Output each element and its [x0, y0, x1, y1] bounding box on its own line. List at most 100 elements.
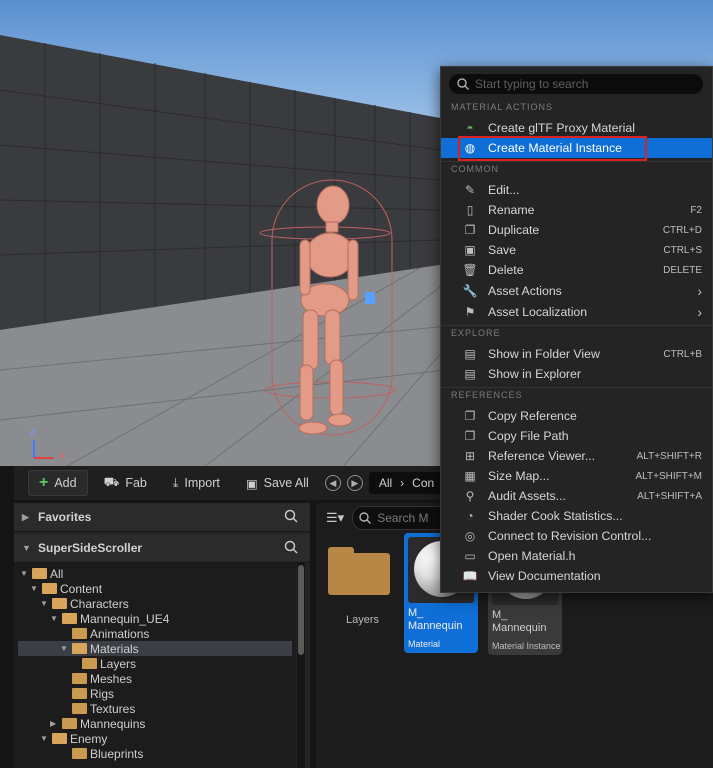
menu-copy-reference[interactable]: ❐ Copy Reference — [441, 406, 712, 426]
tree-item-content[interactable]: ▼ Content — [30, 581, 102, 596]
rename-icon: ▯ — [466, 203, 474, 217]
copy-icon: ❐ — [464, 409, 476, 423]
asset-name: M_ Mannequin — [408, 607, 463, 632]
sources-panel: ▶ Favorites ▼ SuperSideScroller ▼ All ▼ Co… — [14, 503, 310, 768]
search-icon — [359, 512, 372, 524]
shader-icon: ◔ — [466, 509, 474, 523]
folder-icon — [52, 598, 67, 609]
asset-name: M_ Mannequin — [492, 609, 547, 634]
expand-arrow-icon: ▶ — [22, 511, 29, 522]
save-icon: ▣ — [464, 243, 476, 257]
fab-icon: ⛟ — [103, 475, 120, 489]
folder-view-icon: ▤ — [464, 347, 476, 361]
menu-create-gltf-proxy[interactable]: ◓ Create glTF Proxy Material — [441, 118, 712, 138]
folder-icon — [62, 613, 77, 624]
asset-search-placeholder: Search M — [377, 511, 429, 525]
menu-shader-cook-statistics[interactable]: ◔ Shader Cook Statistics... — [441, 506, 712, 526]
folder-icon — [72, 688, 87, 699]
menu-item-label: Create glTF Proxy Material — [488, 121, 635, 135]
menu-open-material-h[interactable]: ▭ Open Material.h — [441, 546, 712, 566]
menu-rename[interactable]: ▯ Rename F2 — [441, 200, 712, 220]
menu-delete[interactable]: 🗑 Delete DELETE — [441, 260, 712, 280]
fab-button[interactable]: ⛟ Fab — [94, 471, 157, 495]
tree-label: Mannequins — [80, 716, 146, 731]
tree-label: Characters — [70, 596, 129, 611]
menu-audit-assets[interactable]: ⚲ Audit Assets... ALT+SHIFT+A — [441, 486, 712, 506]
folder-tree: ▼ All ▼ Content ▼ Characters ▼ Mannequin_UE4… — [14, 563, 296, 768]
search-icon[interactable] — [284, 540, 298, 557]
shortcut-label: ALT+SHIFT+M — [635, 470, 703, 482]
menu-copy-file-path[interactable]: ❐ Copy File Path — [441, 426, 712, 446]
add-button-label: Add — [54, 476, 77, 490]
tree-item-mannequins[interactable]: ▶ Mannequins — [50, 716, 145, 731]
pencil-icon: ✎ — [464, 183, 476, 197]
plus-icon: + — [39, 474, 49, 491]
menu-show-in-explorer[interactable]: ▤ Show in Explorer — [441, 364, 712, 384]
menu-asset-localization[interactable]: ⚑ Asset Localization › — [441, 302, 712, 322]
tree-item-rigs[interactable]: Rigs — [60, 686, 114, 701]
section-common: COMMON — [451, 164, 499, 174]
code-file-icon: ▭ — [464, 549, 476, 563]
menu-asset-actions[interactable]: 🔧 Asset Actions › — [441, 281, 712, 301]
import-button[interactable]: ⤓ Import — [163, 471, 230, 495]
forward-arrow-icon[interactable]: ▶ — [346, 475, 363, 491]
breadcrumb[interactable]: All › Con — [368, 472, 445, 494]
menu-item-label: Show in Folder View — [488, 347, 600, 361]
tree-item-enemy[interactable]: ▼ Enemy — [40, 731, 107, 746]
tree-item-mannequin-ue4[interactable]: ▼ Mannequin_UE4 — [50, 611, 169, 626]
book-icon: 📖 — [462, 569, 478, 583]
menu-item-label: Delete — [488, 263, 524, 277]
tree-item-animations[interactable]: Animations — [60, 626, 149, 641]
section-references: REFERENCES — [451, 390, 523, 400]
tree-label: Mannequin_UE4 — [80, 611, 170, 626]
menu-duplicate[interactable]: ❐ Duplicate CTRL+D — [441, 220, 712, 240]
search-icon — [457, 78, 469, 90]
search-icon[interactable] — [284, 509, 298, 526]
favorites-section[interactable]: ▶ Favorites — [14, 503, 310, 532]
divider — [441, 387, 712, 388]
tree-label: Textures — [90, 701, 136, 716]
tree-item-meshes[interactable]: Meshes — [60, 671, 132, 686]
tree-item-textures[interactable]: Textures — [60, 701, 135, 716]
menu-reference-viewer[interactable]: ⊞ Reference Viewer... ALT+SHIFT+R — [441, 446, 712, 466]
menu-item-label: Save — [488, 243, 517, 257]
menu-save[interactable]: ▣ Save CTRL+S — [441, 240, 712, 260]
copy-icon: ❐ — [464, 429, 476, 443]
menu-item-label: Duplicate — [488, 223, 540, 237]
scrollbar-thumb[interactable] — [298, 565, 304, 655]
save-all-button[interactable]: ▣ Save All — [236, 471, 319, 495]
back-arrow-icon[interactable]: ◀ — [324, 475, 341, 491]
menu-show-in-folder-view[interactable]: ▤ Show in Folder View CTRL+B — [441, 344, 712, 364]
tree-item-characters[interactable]: ▼ Characters — [40, 596, 129, 611]
folder-tile-layers[interactable] — [328, 545, 392, 595]
tree-item-blueprints[interactable]: Blueprints — [60, 746, 143, 761]
tree-scrollbar[interactable] — [297, 563, 305, 768]
folder-icon — [72, 703, 87, 714]
menu-search-input[interactable]: Start typing to search — [449, 74, 703, 94]
project-section[interactable]: ▼ SuperSideScroller — [14, 534, 310, 563]
menu-item-label: Show in Explorer — [488, 367, 581, 381]
add-button[interactable]: + Add — [28, 470, 88, 496]
flag-icon: ⚑ — [464, 305, 476, 319]
menu-size-map[interactable]: ▦ Size Map... ALT+SHIFT+M — [441, 466, 712, 486]
tree-item-all[interactable]: ▼ All — [20, 566, 63, 581]
menu-edit[interactable]: ✎ Edit... — [441, 180, 712, 200]
menu-item-label: Size Map... — [488, 469, 550, 483]
menu-item-label: Copy File Path — [488, 429, 569, 443]
menu-view-documentation[interactable]: 📖 View Documentation — [441, 566, 712, 586]
menu-connect-revision-control[interactable]: ◎ Connect to Revision Control... — [441, 526, 712, 546]
size-map-icon: ▦ — [464, 469, 476, 483]
breadcrumb-content[interactable]: Con — [412, 476, 434, 490]
tree-label: Blueprints — [90, 746, 144, 761]
tree-label: Rigs — [90, 686, 115, 701]
menu-item-label: View Documentation — [488, 569, 601, 583]
folder-icon — [72, 673, 87, 684]
folder-icon — [32, 568, 47, 579]
breadcrumb-all[interactable]: All — [379, 476, 392, 490]
filter-icon[interactable]: ☰▾ — [326, 510, 344, 526]
tree-item-materials[interactable]: ▼ Materials — [18, 641, 292, 656]
tree-item-layers[interactable]: Layers — [70, 656, 136, 671]
menu-item-label: Asset Localization — [488, 305, 588, 319]
menu-item-label: Shader Cook Statistics... — [488, 509, 623, 523]
axis-x-label: X — [60, 452, 66, 462]
